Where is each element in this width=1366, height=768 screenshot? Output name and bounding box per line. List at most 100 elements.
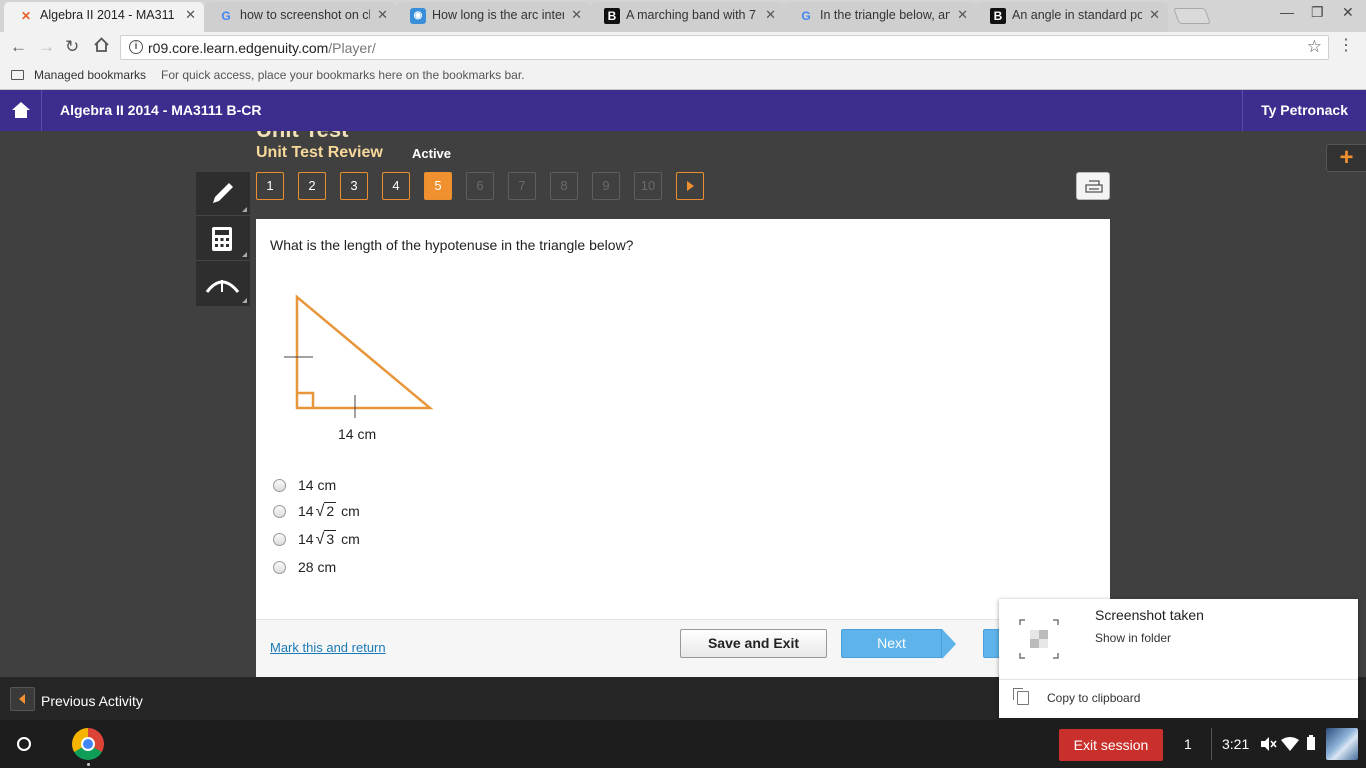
- save-and-exit-button[interactable]: Save and Exit: [680, 629, 827, 658]
- home-icon: [12, 102, 30, 118]
- choice-text: 14 cm: [298, 477, 337, 493]
- chrome-icon[interactable]: [72, 728, 104, 760]
- browser-tab[interactable]: ✕ Algebra II 2014 - MA311 ✕: [4, 2, 204, 32]
- question-card: What is the length of the hypotenuse in …: [256, 219, 1110, 677]
- question-number-9: 9: [592, 172, 620, 200]
- question-number-1[interactable]: 1: [256, 172, 284, 200]
- section-title: Unit Test: [256, 131, 348, 143]
- forward-arrow-icon[interactable]: →: [38, 36, 55, 58]
- minimize-icon[interactable]: —: [1280, 4, 1294, 20]
- status-label: Active: [412, 146, 452, 161]
- edgenuity-x-icon: ✕: [20, 9, 32, 23]
- address-bar[interactable]: i r09.core.learn.edgenuity.com/Player/ ☆: [120, 35, 1329, 60]
- question-number-4[interactable]: 4: [382, 172, 410, 200]
- launcher-circle-icon[interactable]: [17, 737, 31, 751]
- screenshot-notification[interactable]: Screenshot taken Show in folder Copy to …: [999, 599, 1358, 718]
- new-tab-button[interactable]: [1173, 8, 1211, 24]
- coefficient: 14: [298, 503, 314, 519]
- tool-corner-icon: [242, 298, 247, 303]
- pencil-tool[interactable]: [196, 172, 250, 216]
- expand-plus-button[interactable]: +: [1326, 144, 1366, 172]
- back-arrow-icon[interactable]: ←: [10, 36, 27, 58]
- next-label: Next: [877, 635, 906, 651]
- next-button[interactable]: Next: [841, 629, 956, 659]
- radio-button[interactable]: [273, 479, 286, 492]
- radio-button[interactable]: [273, 561, 286, 574]
- question-number-5[interactable]: 5: [424, 172, 452, 200]
- divider: [1211, 728, 1212, 760]
- next-question-arrow-button[interactable]: [676, 172, 704, 200]
- play-arrow-icon: [687, 181, 694, 191]
- close-icon[interactable]: ✕: [185, 2, 196, 28]
- divider: [999, 679, 1358, 680]
- running-indicator: [87, 763, 90, 766]
- protractor-tool[interactable]: [196, 262, 250, 306]
- question-number-3[interactable]: 3: [340, 172, 368, 200]
- browser-tab[interactable]: G In the triangle below, and ✕: [784, 2, 976, 32]
- restore-icon[interactable]: ❐: [1311, 4, 1324, 21]
- calculator-tool[interactable]: [196, 217, 250, 261]
- browser-tab[interactable]: G how to screenshot on ch ✕: [204, 2, 396, 32]
- battery-icon[interactable]: [1307, 735, 1315, 750]
- clock[interactable]: 3:21: [1222, 736, 1249, 752]
- wifi-icon[interactable]: [1281, 737, 1299, 751]
- print-button[interactable]: [1076, 172, 1110, 200]
- b-icon: B: [604, 8, 620, 24]
- tab-title: A marching band with 7: [626, 8, 756, 22]
- browser-tab[interactable]: B A marching band with 7 ✕: [590, 2, 784, 32]
- question-number-7: 7: [508, 172, 536, 200]
- browser-tab[interactable]: ◉ How long is the arc inter ✕: [396, 2, 590, 32]
- radio-button[interactable]: [273, 533, 286, 546]
- tab-title: How long is the arc inter: [432, 8, 564, 22]
- tool-corner-icon: [242, 207, 247, 212]
- close-icon[interactable]: ✕: [1149, 2, 1160, 28]
- close-icon[interactable]: ✕: [957, 2, 968, 28]
- left-arrow-icon: [19, 694, 25, 704]
- copy-icon: [1013, 688, 1029, 705]
- previous-activity-button[interactable]: [10, 687, 35, 711]
- review-title: Unit Test Review: [256, 144, 383, 161]
- tool-corner-icon: [242, 252, 247, 257]
- google-g-icon: G: [221, 9, 231, 23]
- close-window-icon[interactable]: ✕: [1342, 4, 1354, 21]
- bookmark-star-icon[interactable]: ☆: [1307, 37, 1322, 57]
- question-number-6: 6: [466, 172, 494, 200]
- volume-muted-icon[interactable]: [1259, 735, 1277, 753]
- player-area: Unit Test Unit Test Review Active 1 2 3 …: [0, 131, 1366, 677]
- os-shelf: Exit session 1 3:21: [0, 720, 1366, 768]
- b-icon: B: [990, 8, 1006, 24]
- question-prompt: What is the length of the hypotenuse in …: [270, 237, 634, 253]
- home-icon[interactable]: [93, 36, 110, 59]
- unit: cm: [341, 531, 360, 547]
- tab-title: In the triangle below, and: [820, 8, 950, 22]
- mark-and-return-link[interactable]: Mark this and return: [270, 640, 386, 655]
- right-triangle-figure: [284, 294, 434, 418]
- leg-length-label: 14 cm: [338, 426, 377, 442]
- close-icon[interactable]: ✕: [571, 2, 582, 28]
- google-g-icon: G: [801, 9, 811, 23]
- choice-text: 28 cm: [298, 559, 337, 575]
- close-icon[interactable]: ✕: [377, 2, 388, 28]
- close-icon[interactable]: ✕: [765, 2, 776, 28]
- info-icon[interactable]: i: [129, 40, 143, 54]
- user-name[interactable]: Ty Petronack: [1242, 90, 1366, 131]
- avatar[interactable]: [1326, 728, 1358, 760]
- managed-bookmarks[interactable]: Managed bookmarks: [34, 68, 146, 82]
- copy-to-clipboard-button[interactable]: Copy to clipboard: [1047, 691, 1140, 705]
- reload-icon[interactable]: ↻: [65, 36, 79, 58]
- show-in-folder-link[interactable]: Show in folder: [1095, 631, 1171, 645]
- question-number-8: 8: [550, 172, 578, 200]
- notification-title: Screenshot taken: [1095, 607, 1204, 623]
- course-home-button[interactable]: [0, 90, 42, 131]
- menu-dots-icon[interactable]: ⋮: [1338, 36, 1354, 56]
- printer-icon: [1085, 180, 1103, 193]
- radicand: 3: [324, 530, 337, 547]
- radio-button[interactable]: [273, 505, 286, 518]
- previous-activity-label[interactable]: Previous Activity: [41, 693, 143, 709]
- browser-tab[interactable]: B An angle in standard po ✕: [976, 2, 1168, 32]
- question-number-2[interactable]: 2: [298, 172, 326, 200]
- screenshot-icon: [1019, 619, 1059, 659]
- coefficient: 14: [298, 531, 314, 547]
- exit-session-button[interactable]: Exit session: [1059, 729, 1163, 761]
- course-title: Algebra II 2014 - MA3111 B-CR: [60, 102, 262, 118]
